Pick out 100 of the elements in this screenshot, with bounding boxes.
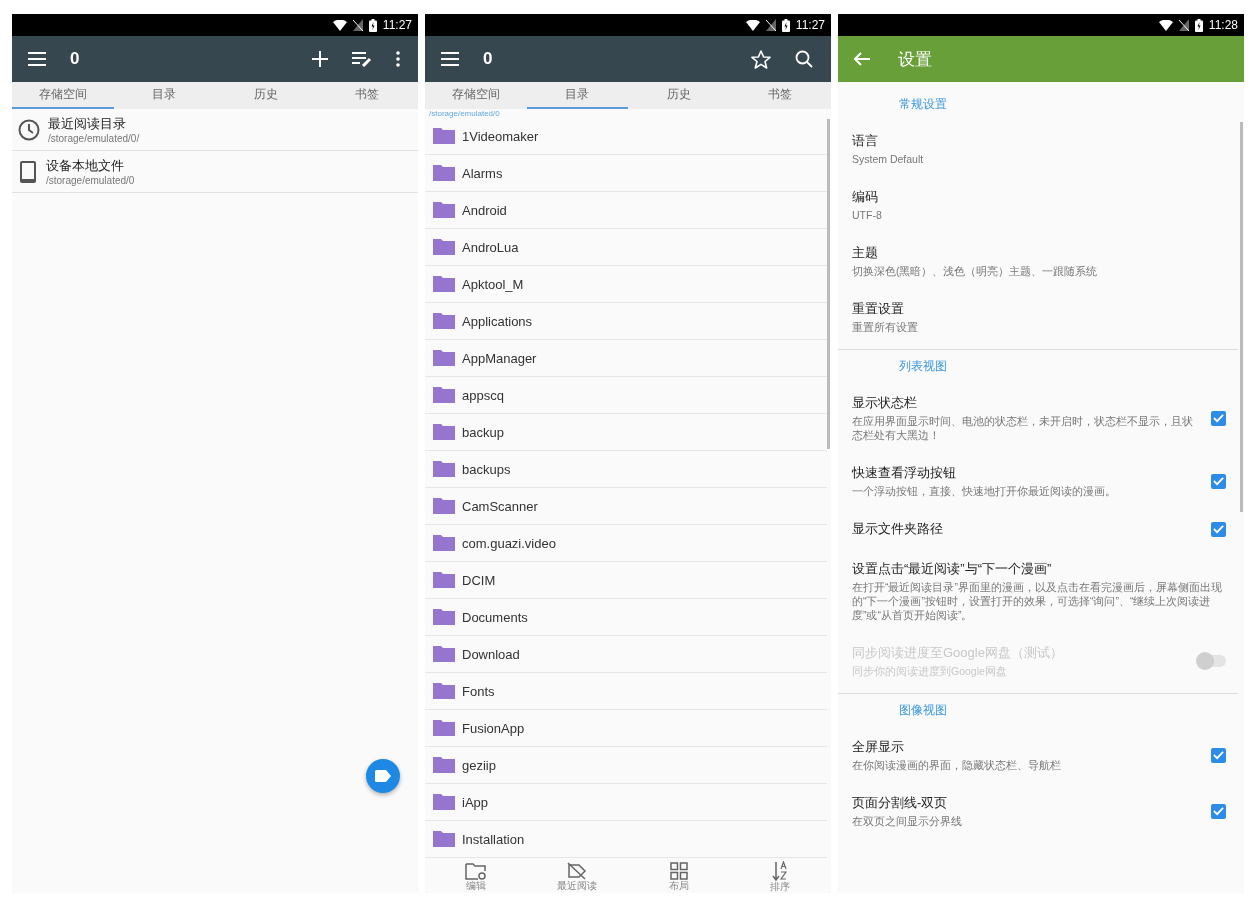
checkbox[interactable] — [1211, 410, 1226, 426]
back-arrow-icon[interactable] — [854, 52, 870, 66]
settings-item[interactable]: 全屏显示 在你阅读漫画的界面，隐藏状态栏、导航栏 — [838, 727, 1238, 783]
section-header: 列表视图 — [898, 358, 948, 375]
settings-item-summary: UTF-8 — [852, 208, 883, 222]
wifi-icon — [332, 19, 347, 31]
folder-item[interactable]: Android — [425, 192, 827, 229]
settings-item[interactable]: 显示状态栏 在应用界面显示时间、电池的状态栏，未开启时，状态栏不显示，且状态栏处有大黑边！ — [838, 383, 1238, 453]
folder-item[interactable]: Fonts — [425, 673, 827, 710]
add-icon[interactable] — [312, 51, 328, 67]
storage-item-path: /storage/emulated/0 — [46, 175, 135, 186]
bottom-nav-item[interactable]: 编辑 — [425, 859, 527, 893]
settings-item-summary: 在应用界面显示时间、电池的状态栏，未开启时，状态栏不显示，且状态栏处有大黑边！ — [852, 414, 1194, 442]
folder-name: geziip — [462, 757, 496, 773]
folder-item[interactable]: Alarms — [425, 155, 827, 192]
tab[interactable]: 历史 — [628, 82, 730, 109]
checkbox[interactable] — [1211, 803, 1226, 819]
checkbox[interactable] — [1211, 747, 1226, 763]
app-bar-title: 0 — [483, 49, 493, 69]
folder-item[interactable]: AppManager — [425, 340, 827, 377]
bottom-nav-item[interactable]: 布局 — [628, 859, 730, 893]
settings-item[interactable]: 主题 切换深色(黑暗）、浅色（明亮）主题、一跟随系统 — [838, 233, 1238, 289]
folder-item[interactable]: appscq — [425, 377, 827, 414]
settings-item[interactable]: 编码 UTF-8 — [838, 177, 1238, 233]
no-sim-icon — [352, 19, 363, 31]
tab[interactable]: 目录 — [526, 82, 628, 109]
folder-icon — [433, 535, 455, 551]
search-icon[interactable] — [795, 50, 813, 68]
star-icon[interactable] — [751, 49, 771, 69]
folder-name: appscq — [462, 387, 504, 403]
settings-item-summary: 在打开“最近阅读目录”界面里的漫画，以及点击在看完漫画后，屏幕侧面出现的“下一个漫画”按钮时，设置打开的效果，可选择“询问”、“继续上次阅读进度”或“从首页开始阅读”。 — [852, 580, 1223, 622]
folder-item[interactable]: backup — [425, 414, 827, 451]
menu-icon[interactable] — [441, 52, 459, 66]
folder-name: Documents — [462, 609, 528, 625]
storage-item-path: /storage/emulated/0/ — [48, 133, 140, 144]
folder-item[interactable]: Documents — [425, 599, 827, 636]
checkbox[interactable] — [1211, 521, 1226, 537]
folder-item[interactable]: backups — [425, 451, 827, 488]
settings-item[interactable]: 重置设置 重置所有设置 — [838, 289, 1238, 345]
no-sim-icon — [1178, 19, 1189, 31]
settings-item[interactable]: 快速查看浮动按钮 一个浮动按钮，直接、快速地打开你最近阅读的漫画。 — [838, 453, 1238, 509]
storage-item[interactable]: 设备本地文件 /storage/emulated/0 — [12, 151, 418, 193]
settings-item[interactable]: 语言 System Default — [838, 121, 1238, 177]
folder-icon — [433, 498, 455, 514]
folder-name: FusionApp — [462, 720, 525, 736]
settings-item[interactable]: 显示文件夹路径 — [838, 509, 1238, 549]
folder-item[interactable]: DCIM — [425, 562, 827, 599]
folder-icon — [433, 794, 455, 810]
folder-item[interactable]: Installation — [425, 821, 827, 858]
folder-item[interactable]: iApp — [425, 784, 827, 821]
tab[interactable]: 存储空间 — [425, 82, 527, 109]
folder-item[interactable]: FusionApp — [425, 710, 827, 747]
settings-item-summary: 在双页之间显示分界线 — [852, 814, 963, 828]
folder-icon — [433, 128, 455, 144]
folder-name: Fonts — [462, 683, 495, 699]
folder-icon — [433, 831, 455, 847]
folder-item[interactable]: geziip — [425, 747, 827, 784]
folder-icon — [433, 239, 455, 255]
tab[interactable]: 存储空间 — [12, 82, 114, 109]
edit-list-icon[interactable] — [352, 51, 372, 67]
settings-item[interactable]: 页面分割线-双页 在双页之间显示分界线 — [838, 783, 1238, 839]
folder-item[interactable]: com.guazi.video — [425, 525, 827, 562]
tab[interactable]: 书签 — [729, 82, 831, 109]
bottom-nav-item[interactable]: 最近阅读 — [526, 859, 628, 893]
storage-item-title: 设备本地文件 — [46, 157, 125, 175]
folder-item[interactable]: Applications — [425, 303, 827, 340]
folder-name: iApp — [462, 794, 489, 810]
checkbox[interactable] — [1211, 473, 1226, 489]
folder-gear-icon — [464, 861, 487, 880]
folder-icon — [433, 350, 455, 366]
tablet-icon — [18, 159, 38, 184]
settings-item-title: 全屏显示 — [852, 738, 905, 756]
folder-item[interactable]: CamScanner — [425, 488, 827, 525]
floating-action-button[interactable] — [366, 759, 400, 793]
bottom-nav-item[interactable]: 排序 — [729, 859, 831, 893]
folder-item[interactable]: Download — [425, 636, 827, 673]
folder-name: DCIM — [462, 572, 496, 588]
folder-item[interactable]: AndroLua — [425, 229, 827, 266]
section-header: 图像视图 — [898, 702, 948, 719]
folder-name: backups — [462, 461, 511, 477]
storage-item[interactable]: 最近阅读目录 /storage/emulated/0/ — [12, 109, 418, 151]
tab[interactable]: 书签 — [316, 82, 418, 109]
settings-item-title: 重置设置 — [852, 300, 905, 318]
tag-icon — [375, 770, 391, 782]
folder-icon — [433, 276, 455, 292]
more-icon[interactable] — [396, 51, 400, 67]
menu-icon[interactable] — [28, 52, 46, 66]
folder-item[interactable]: Apktool_M — [425, 266, 827, 303]
tab[interactable]: 目录 — [113, 82, 215, 109]
folder-name: com.guazi.video — [462, 535, 556, 551]
folder-name: Alarms — [462, 165, 503, 181]
folder-icon — [433, 720, 455, 736]
sort-icon — [772, 860, 789, 881]
folder-icon — [433, 461, 455, 477]
folder-icon — [433, 572, 455, 588]
folder-item[interactable]: 1Videomaker — [425, 118, 827, 155]
settings-item-title: 编码 — [852, 188, 879, 206]
wifi-icon — [1158, 19, 1173, 31]
tab[interactable]: 历史 — [215, 82, 317, 109]
settings-item[interactable]: 设置点击“最近阅读”与“下一个漫画” 在打开“最近阅读目录”界面里的漫画，以及点击在看完漫画后，屏幕侧面出现的“下一个漫画”按钮时，设置打开的效果，可选择“询问”、“继续上次阅读进度”或“从首页开始阅读”。 — [838, 549, 1238, 633]
